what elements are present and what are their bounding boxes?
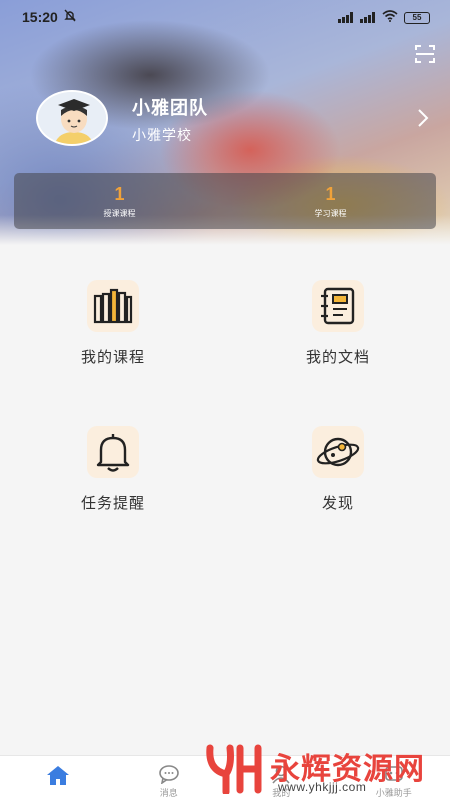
books-icon (87, 280, 139, 332)
notebook-icon (312, 280, 364, 332)
stat-teaching-courses[interactable]: 1 授课课程 (14, 173, 225, 229)
watermark: 永辉资源网 www.yhkjjj.com (200, 740, 450, 800)
stats-panel: 1 授课课程 1 学习课程 (14, 173, 436, 229)
menu-label: 任务提醒 (80, 495, 145, 512)
watermark-url: www.yhkjjj.com (278, 780, 367, 794)
avatar-image (36, 90, 108, 146)
stat-learning-courses[interactable]: 1 学习课程 (225, 173, 436, 229)
bell-icon (87, 426, 139, 478)
signal-icon (338, 12, 354, 23)
menu-discover[interactable]: 发现 (258, 426, 418, 513)
signal-icon (360, 12, 376, 23)
home-icon (45, 764, 70, 785)
avatar[interactable] (36, 90, 108, 146)
planet-icon (312, 426, 364, 478)
menu-my-courses[interactable]: 我的课程 (33, 280, 193, 367)
menu-label: 我的课程 (80, 349, 145, 366)
wifi-icon (382, 10, 398, 25)
stat-label: 学习课程 (314, 209, 347, 218)
scan-icon[interactable] (414, 44, 436, 64)
stat-value: 1 (325, 184, 336, 204)
menu-label: 发现 (321, 495, 354, 512)
watermark-logo-icon (204, 744, 264, 796)
chevron-right-icon[interactable] (416, 108, 430, 128)
bell-off-icon (64, 9, 76, 25)
menu-label: 我的文档 (305, 349, 370, 366)
school-name: 小雅学校 (132, 127, 192, 143)
team-name[interactable]: 小雅团队 (132, 94, 208, 120)
menu-task-reminder[interactable]: 任务提醒 (33, 426, 193, 513)
status-time: 15:20 (22, 9, 58, 25)
battery-icon: 55 (404, 11, 430, 24)
chat-icon (158, 764, 180, 785)
status-bar: 15:20 55 (0, 0, 450, 36)
stat-label: 授课课程 (103, 209, 136, 218)
stat-value: 1 (114, 184, 125, 204)
tab-home[interactable] (0, 756, 113, 800)
menu-my-documents[interactable]: 我的文档 (258, 280, 418, 367)
